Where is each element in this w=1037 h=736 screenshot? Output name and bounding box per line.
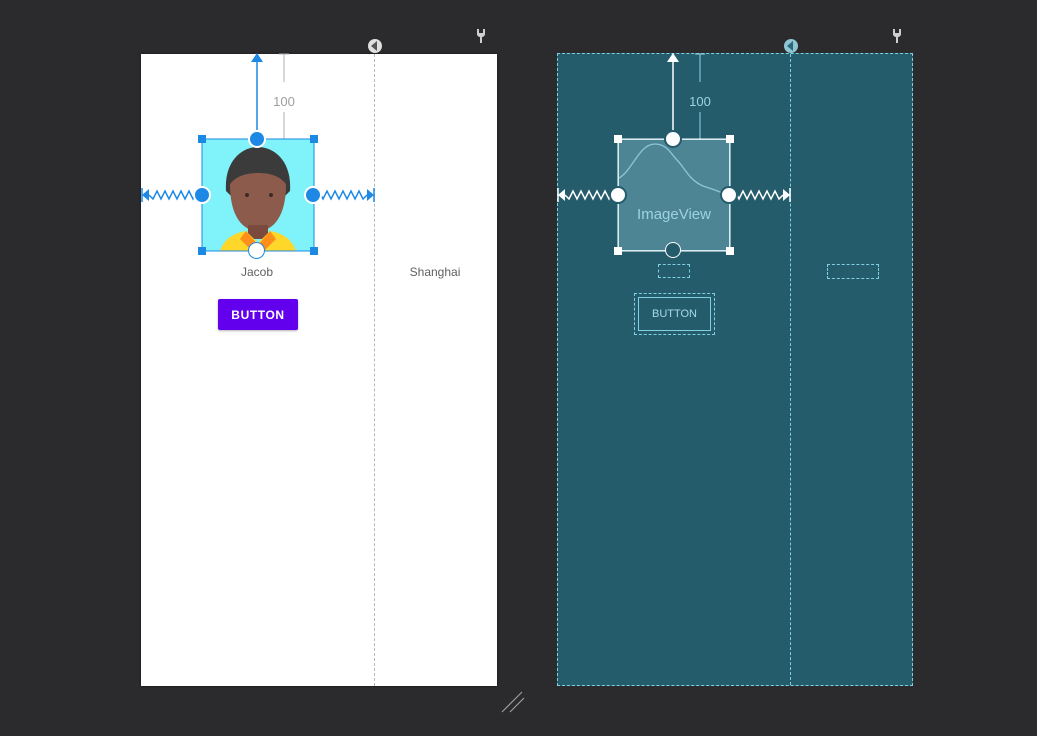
blueprint-top-margin-label: 100 bbox=[689, 94, 711, 109]
blueprint-anchor-bottom[interactable] bbox=[665, 242, 681, 258]
resize-handle-icon[interactable] bbox=[500, 690, 526, 714]
guideline-direction-icon-blueprint[interactable] bbox=[783, 38, 799, 54]
blueprint-anchor-left[interactable] bbox=[609, 186, 627, 204]
blueprint-anchor-top[interactable] bbox=[664, 130, 682, 148]
wrench-icon-blueprint[interactable] bbox=[890, 27, 904, 43]
blueprint-anchor-right[interactable] bbox=[720, 186, 738, 204]
blueprint-constraints-overlay bbox=[557, 53, 791, 255]
